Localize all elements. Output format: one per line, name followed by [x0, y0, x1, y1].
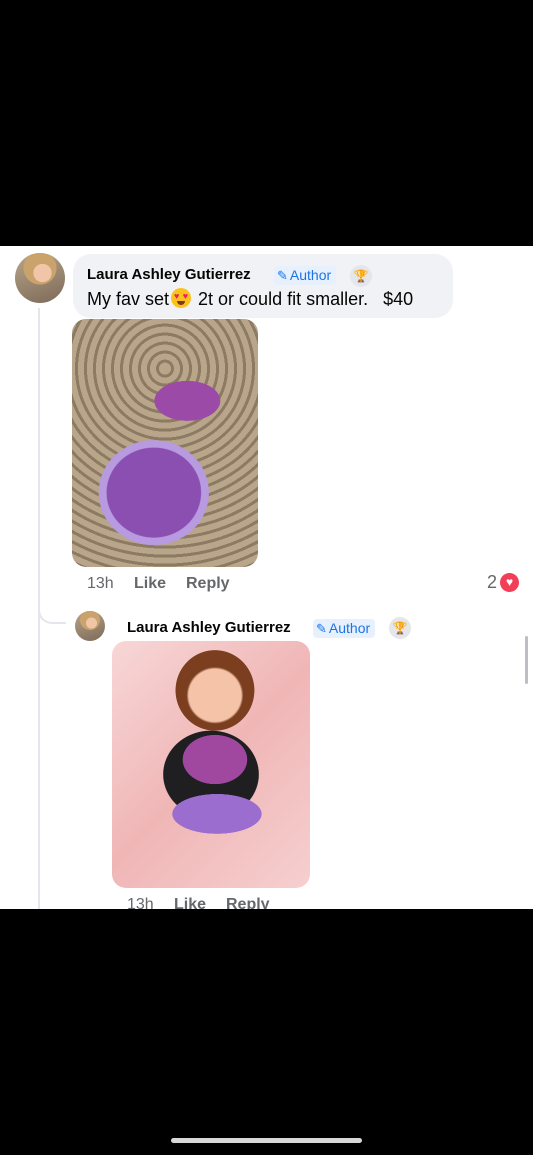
author-badge: ✎ Author — [274, 266, 337, 285]
reply-avatar[interactable] — [75, 611, 105, 641]
pencil-icon: ✎ — [316, 621, 327, 636]
reply-reply-button[interactable]: Reply — [226, 896, 270, 909]
heart-eyes-emoji — [171, 288, 192, 308]
pencil-icon: ✎ — [277, 268, 288, 283]
reply-author-name[interactable]: Laura Ashley Gutierrez — [127, 619, 291, 636]
comment-author-name[interactable]: Laura Ashley Gutierrez — [87, 266, 251, 283]
reply-connector — [38, 586, 66, 624]
comment-thread: Laura Ashley Gutierrez ✎ Author 🏆 My fav … — [0, 246, 533, 909]
reply-time[interactable]: 13h — [127, 896, 154, 909]
reply-photo[interactable] — [112, 641, 310, 888]
trophy-icon[interactable]: 🏆 — [350, 265, 372, 287]
avatar[interactable] — [15, 253, 65, 303]
scrollbar[interactable] — [525, 636, 528, 684]
comment-time[interactable]: 13h — [87, 575, 114, 593]
heart-icon: ♥ — [500, 573, 520, 592]
reaction-summary[interactable]: 2 ♥ — [487, 572, 520, 593]
reply-trophy-icon[interactable]: 🏆 — [389, 617, 411, 639]
comment-text: My fav set 2t or could fit smaller. $40 — [87, 288, 413, 310]
reply-like-button[interactable]: Like — [174, 896, 206, 909]
reaction-count: 2 — [487, 572, 498, 592]
comment-photo[interactable] — [72, 319, 258, 567]
reply-button[interactable]: Reply — [186, 575, 230, 593]
reply-author-badge: ✎ Author — [313, 619, 376, 638]
like-button[interactable]: Like — [134, 575, 166, 593]
home-indicator[interactable] — [171, 1138, 362, 1143]
